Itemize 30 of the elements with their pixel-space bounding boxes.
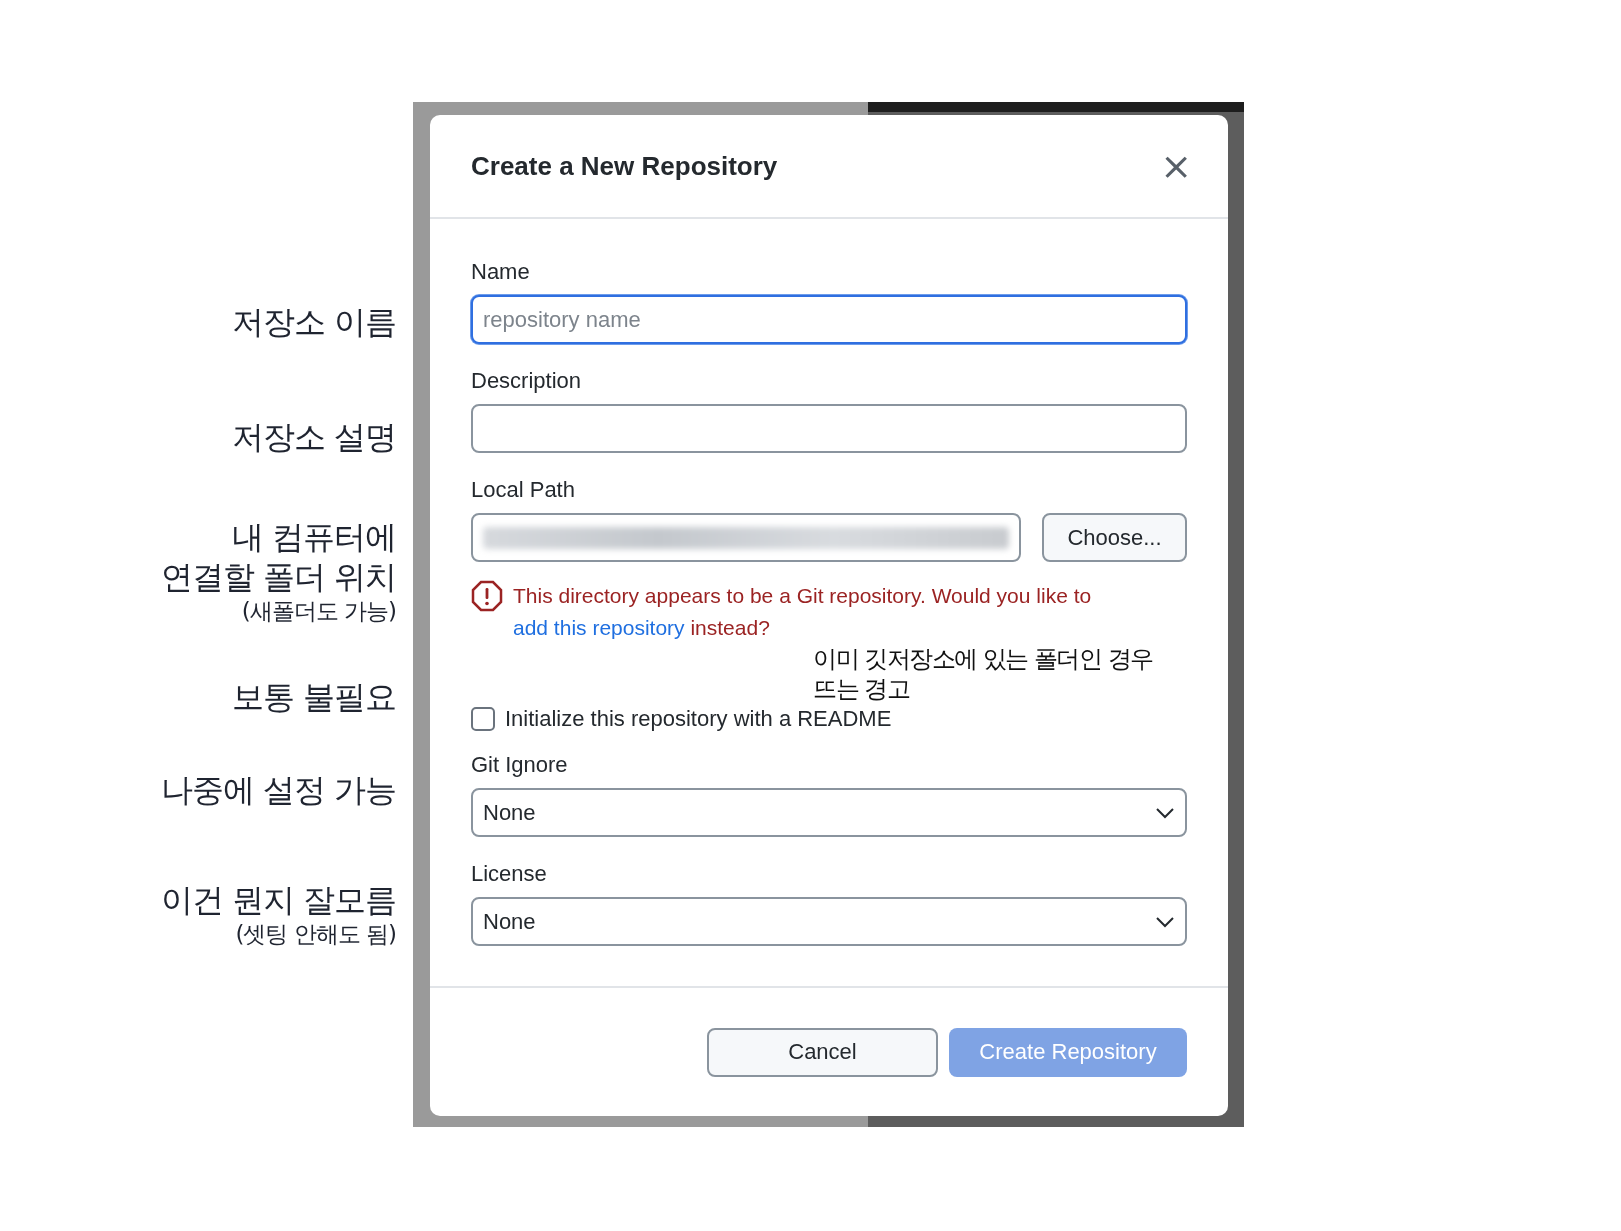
field-label: Name <box>471 259 531 285</box>
annotation-text: 저장소 이름 <box>231 302 396 342</box>
annotation-note: (새폴더도 가능) <box>241 597 396 625</box>
warning-icon <box>471 580 503 612</box>
annotation-text: 나중에 설정 가능 <box>160 770 396 810</box>
description-field[interactable] <box>471 404 1187 453</box>
choose-button[interactable]: Choose... <box>1042 513 1187 562</box>
annotation-text: 이미 깃저장소에 있는 폴더인 경우 뜨는 경고 <box>813 644 1154 704</box>
field-label: License <box>471 861 548 887</box>
annotation-note: (셋팅 안해도 됨) <box>235 920 396 948</box>
close-button[interactable]: × <box>1160 147 1192 185</box>
chevron-icon <box>1155 915 1175 928</box>
chevron-icon <box>1155 806 1175 819</box>
field-label: Description <box>471 368 583 394</box>
warning-text: This directory appears to be a Git repository. Would you like to add this repository instead? <box>513 583 1093 641</box>
name-field[interactable]: repository name <box>471 295 1187 344</box>
dialog-title: Create a New Repository <box>471 150 778 182</box>
checkbox[interactable] <box>471 707 495 731</box>
dropdown[interactable]: None <box>471 897 1187 946</box>
field-label: Local Path <box>471 477 576 503</box>
dropdown[interactable]: None <box>471 788 1187 837</box>
path-field[interactable] <box>471 513 1021 562</box>
cancel-button[interactable]: Cancel <box>707 1027 938 1077</box>
annotation-text: 보통 불필요 <box>231 677 396 717</box>
field-label: Git Ignore <box>471 752 569 778</box>
annotation-text: 저장소 설명 <box>231 417 396 457</box>
add-repository-link[interactable]: add this repository <box>513 616 685 639</box>
annotation-text: 내 컴퓨터에 연결할 폴더 위치 <box>159 517 396 597</box>
checkbox-label: Initialize this repository with a README <box>505 706 892 732</box>
annotation-text: 이건 뭔지 잘모름 <box>160 880 396 920</box>
